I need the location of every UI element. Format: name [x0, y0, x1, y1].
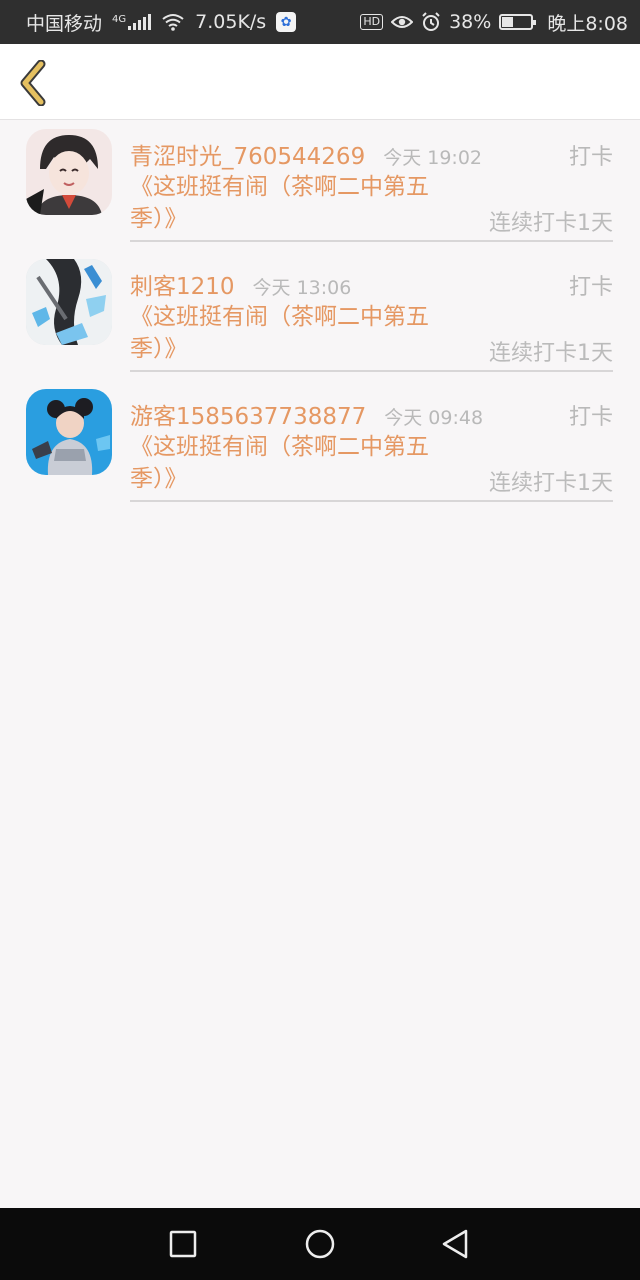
entry-content: 刺客1210 今天 13:06 打卡 《这班挺有闹（茶啊二中第五季）》 连续打卡…: [130, 251, 613, 372]
list-item[interactable]: 青涩时光_760544269 今天 19:02 打卡 《这班挺有闹（茶啊二中第五…: [0, 121, 640, 251]
action-label: 打卡: [568, 145, 613, 170]
avatar[interactable]: [26, 389, 112, 475]
clock: 晚上8:08: [547, 12, 628, 35]
checkin-time: 今天 13:06: [252, 277, 352, 299]
show-title[interactable]: 《这班挺有闹（茶啊二中第五季）》: [130, 171, 460, 235]
entry-content: 游客1585637738877 今天 09:48 打卡 《这班挺有闹（茶啊二中第…: [130, 381, 613, 502]
avatar[interactable]: [26, 129, 112, 215]
checkin-list: 青涩时光_760544269 今天 19:02 打卡 《这班挺有闹（茶啊二中第五…: [0, 121, 640, 511]
action-label: 打卡: [568, 405, 613, 430]
battery-icon: [499, 14, 537, 30]
baidu-icon: ✿: [276, 12, 297, 32]
checkin-time: 今天 09:48: [384, 407, 484, 429]
status-bar: 中国移动 4G 7.05K/s ✿ HD 38% 晚上8:08: [0, 0, 640, 44]
recent-apps-icon[interactable]: [167, 1228, 199, 1260]
list-item[interactable]: 刺客1210 今天 13:06 打卡 《这班挺有闹（茶啊二中第五季）》 连续打卡…: [0, 251, 640, 381]
entry-content: 青涩时光_760544269 今天 19:02 打卡 《这班挺有闹（茶啊二中第五…: [130, 121, 613, 242]
show-title[interactable]: 《这班挺有闹（茶啊二中第五季）》: [130, 431, 460, 495]
alarm-icon: [421, 12, 441, 32]
streak-label: 连续打卡1天: [489, 471, 613, 496]
streak-label: 连续打卡1天: [489, 211, 613, 236]
home-icon[interactable]: [303, 1228, 335, 1260]
action-label: 打卡: [568, 275, 613, 300]
wifi-icon: [161, 13, 185, 31]
list-item[interactable]: 游客1585637738877 今天 09:48 打卡 《这班挺有闹（茶啊二中第…: [0, 381, 640, 511]
network-type: 4G: [112, 14, 127, 25]
show-title[interactable]: 《这班挺有闹（茶啊二中第五季）》: [130, 301, 460, 365]
battery-percent: 38%: [449, 11, 492, 33]
streak-label: 连续打卡1天: [489, 341, 613, 366]
back-triangle-icon[interactable]: [440, 1228, 472, 1260]
user-name[interactable]: 刺客1210: [130, 267, 235, 301]
network-speed: 7.05K/s: [195, 11, 267, 33]
eye-icon: [391, 14, 414, 30]
carrier-label: 中国移动: [26, 12, 103, 35]
hd-icon: HD: [360, 14, 384, 30]
signal-icon: 4G: [112, 14, 152, 30]
avatar[interactable]: [26, 259, 112, 345]
user-name[interactable]: 青涩时光_760544269: [130, 137, 365, 171]
chevron-left-icon: [17, 60, 49, 106]
system-nav-bar: [0, 1208, 640, 1280]
top-bar: [0, 44, 640, 120]
user-name[interactable]: 游客1585637738877: [130, 397, 366, 431]
back-button[interactable]: [16, 60, 50, 106]
checkin-time: 今天 19:02: [383, 147, 482, 169]
